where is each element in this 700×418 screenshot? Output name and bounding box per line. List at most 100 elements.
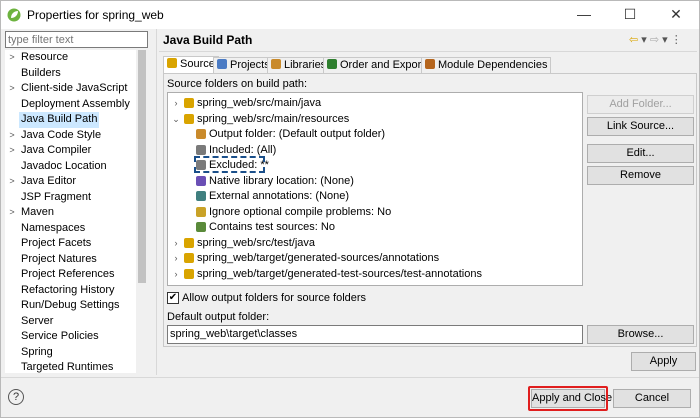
tab-label: Libraries — [284, 59, 327, 71]
chevron-right-icon[interactable]: › — [171, 96, 181, 111]
native-library-icon — [196, 175, 206, 186]
package-folder-icon — [184, 98, 194, 108]
nav-item-label: Resource — [21, 51, 69, 63]
source-tree-label: External annotations: (None) — [209, 190, 350, 202]
tab-source[interactable]: Source — [163, 56, 219, 74]
forward-arrow-icon[interactable]: ⇨ — [650, 34, 659, 46]
chevron-right-icon[interactable]: > — [7, 174, 17, 190]
spring-leaf-icon — [7, 8, 21, 22]
nav-item-label: Builders — [21, 66, 61, 79]
nav-item-label: Targeted Runtimes — [21, 361, 114, 373]
source-tree-label: spring_web/src/main/java — [197, 97, 322, 109]
tab-icon — [425, 59, 435, 69]
maximize-button[interactable]: ☐ — [607, 1, 653, 29]
tab-label: Module Dependencies — [438, 59, 548, 71]
nav-scrollbar-thumb[interactable] — [138, 50, 146, 283]
include-filter-icon — [196, 144, 206, 155]
excluded-focus-box — [194, 156, 265, 173]
nav-item-label: Java Editor — [21, 175, 77, 187]
browse-button[interactable]: Browse... — [587, 325, 694, 344]
close-button[interactable]: ✕ — [653, 1, 699, 29]
test-sources-icon — [196, 222, 206, 232]
highlight-box — [528, 386, 608, 411]
nav-item-label: Javadoc Location — [21, 159, 107, 172]
source-tree-label: Contains test sources: No — [209, 221, 335, 233]
properties-window: Properties for spring_web — ☐ ✕ > Resourc… — [0, 0, 700, 418]
chevron-right-icon[interactable]: > — [7, 81, 17, 97]
nav-item-label: Client-side JavaScript — [21, 82, 128, 94]
nav-item-label: Project References — [21, 268, 115, 280]
nav-item-label: Java Build Path — [19, 112, 100, 128]
more-menu-icon[interactable]: ⋮ — [671, 34, 682, 46]
remove-button[interactable]: Remove — [587, 166, 694, 185]
nav-item-label: JSP Fragment — [21, 190, 92, 203]
annotations-icon — [196, 191, 206, 201]
help-icon[interactable]: ? — [8, 389, 24, 405]
source-folders-label: Source folders on build path: — [167, 78, 308, 90]
default-output-field[interactable]: spring_web\target\classes — [167, 325, 583, 344]
window-title: Properties for spring_web — [27, 8, 164, 22]
tab-label: Projects — [230, 59, 270, 71]
link-source-button[interactable]: Link Source... — [587, 117, 694, 136]
package-folder-icon — [184, 237, 194, 248]
nav-scrollbar[interactable] — [136, 50, 148, 373]
package-folder-icon — [184, 253, 194, 263]
tab-icon — [167, 58, 177, 68]
allow-output-checkbox[interactable]: ✔ — [167, 292, 179, 304]
tab-icon — [217, 59, 227, 69]
nav-item-label: Project Natures — [21, 252, 97, 265]
page-title: Java Build Path — [163, 33, 253, 47]
nav-item-label: Project Facets — [21, 237, 92, 249]
nav-item-label: Java Compiler — [21, 144, 92, 156]
chevron-right-icon[interactable]: > — [7, 205, 17, 221]
tab-libraries[interactable]: Libraries — [267, 57, 331, 73]
package-folder-icon — [184, 113, 194, 124]
sash[interactable] — [156, 29, 157, 375]
source-tree-label: spring_web/target/generated-test-sources… — [197, 267, 482, 280]
back-arrow-icon[interactable]: ⇦ — [629, 34, 638, 46]
dropdown-icon[interactable]: ▾ — [641, 34, 647, 46]
tab-icon — [271, 59, 281, 69]
edit-button[interactable]: Edit... — [587, 144, 694, 163]
ignore-problems-icon — [196, 206, 206, 217]
tab-projects[interactable]: Projects — [213, 57, 274, 73]
nav-item-label: Deployment Assembly — [21, 97, 130, 110]
package-folder-icon — [184, 268, 194, 279]
tab-order-and-export[interactable]: Order and Export — [323, 57, 429, 73]
source-tree-label: Ignore optional compile problems: No — [209, 205, 392, 218]
source-tree-label: spring_web/target/generated-sources/anno… — [197, 252, 440, 264]
cancel-button[interactable]: Cancel — [613, 389, 691, 408]
nav-item-label: Namespaces — [21, 221, 86, 234]
nav-item-label: Service Policies — [21, 330, 99, 342]
chevron-right-icon[interactable]: > — [7, 143, 17, 159]
nav-item-label: Java Code Style — [21, 128, 102, 141]
source-tree-label: spring_web/src/main/resources — [197, 112, 350, 125]
nav-item-label: Run/Debug Settings — [21, 299, 120, 311]
nav-item-label: Maven — [21, 206, 55, 218]
nav-item-label: Spring — [21, 345, 53, 358]
chevron-right-icon[interactable]: › — [171, 236, 181, 251]
add-folder-button[interactable]: Add Folder... — [587, 95, 694, 114]
title-bar: Properties for spring_web — ☐ ✕ — [1, 1, 699, 29]
source-tree-label: spring_web/src/test/java — [197, 236, 315, 249]
tab-module-dependencies[interactable]: Module Dependencies — [421, 57, 552, 73]
source-folders-tree[interactable]: › spring_web/src/main/java ⌄ spring_web/src… — [167, 92, 583, 286]
allow-output-label: Allow output folders for source folders — [182, 292, 367, 304]
nav-item-label: Refactoring History — [21, 283, 115, 296]
chevron-down-icon[interactable]: ⌄ — [171, 112, 181, 127]
chevron-right-icon[interactable]: › — [171, 267, 181, 282]
filter-input[interactable] — [5, 31, 148, 48]
nav-item-label: Server — [21, 314, 54, 327]
tab-icon — [327, 59, 337, 69]
dropdown-icon[interactable]: ▾ — [662, 34, 668, 46]
apply-button[interactable]: Apply — [631, 352, 696, 371]
default-output-label: Default output folder: — [167, 311, 270, 323]
source-tree-label: Native library location: (None) — [209, 174, 354, 187]
source-tree-label: Output folder: (Default output folder) — [209, 128, 386, 140]
chevron-right-icon[interactable]: > — [7, 50, 17, 66]
chevron-right-icon[interactable]: > — [7, 128, 17, 144]
minimize-button[interactable]: — — [561, 1, 607, 29]
output-folder-icon — [196, 129, 206, 139]
tab-label: Source — [180, 58, 215, 70]
chevron-right-icon[interactable]: › — [171, 251, 181, 266]
